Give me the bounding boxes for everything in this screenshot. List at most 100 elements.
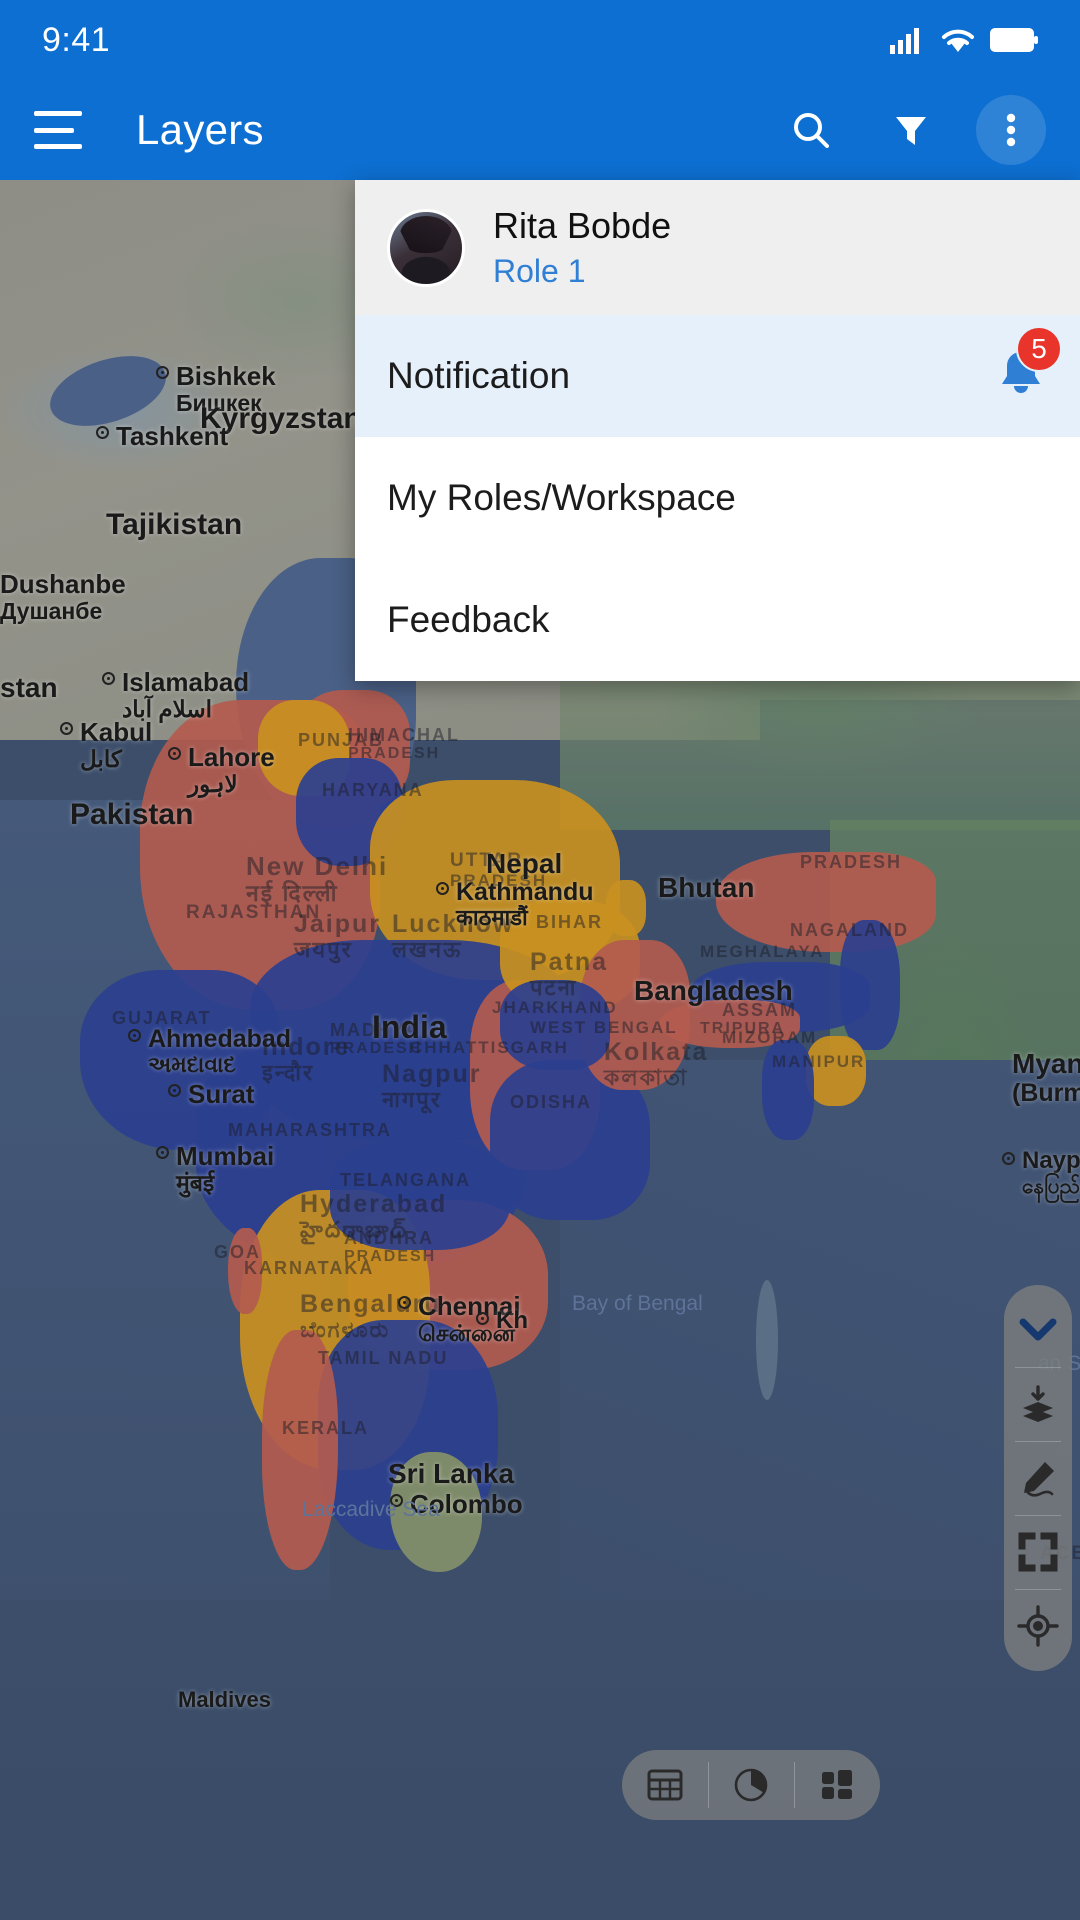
- hamburger-icon[interactable]: [34, 111, 82, 149]
- map-label-primary: TELANGANA: [340, 1170, 471, 1190]
- profile-role[interactable]: Role 1: [493, 253, 671, 290]
- map-label: HIMACHAL PRADESH: [348, 725, 460, 763]
- map-label: ASSAM: [722, 1000, 797, 1020]
- fullscreen-icon[interactable]: [1004, 1515, 1072, 1589]
- map-label: ANDHRA PRADESH: [344, 1228, 436, 1266]
- menu-item-my-roles-workspace[interactable]: My Roles/Workspace: [355, 437, 1080, 559]
- map-label: TAMIL NADU: [318, 1348, 448, 1368]
- map-label-primary: JHARKHAND: [492, 998, 618, 1017]
- map-label-primary: ANDHRA: [344, 1228, 434, 1248]
- map-label-secondary: اسلام آباد: [122, 696, 213, 723]
- notification-indicator[interactable]: 5: [994, 325, 1062, 407]
- map-label-primary: Naypyidaw: [1022, 1147, 1080, 1174]
- map-label-secondary: কলকাতা: [604, 1065, 689, 1090]
- map-label: KERALA: [282, 1418, 369, 1438]
- overflow-menu-icon[interactable]: [976, 95, 1046, 165]
- map-label-secondary: जयपुर: [294, 937, 353, 962]
- map-city-dot: [168, 1084, 181, 1097]
- table-view-icon[interactable]: [622, 1750, 708, 1820]
- status-bar: 9:41: [0, 0, 1080, 80]
- map-label: MAHARASHTRA: [228, 1120, 392, 1140]
- map-label-primary: Indore: [262, 1033, 351, 1061]
- map-city-dot: [156, 1146, 169, 1159]
- map-label-primary: Pakistan: [70, 798, 194, 831]
- map-label-secondary: मुंबई: [176, 1170, 215, 1197]
- map-label: Pakistan: [70, 798, 193, 832]
- map-label-primary: Bishkek: [176, 361, 276, 391]
- map-label-primary: Patna: [530, 948, 609, 976]
- map-label-primary: Dushanbe: [0, 569, 126, 599]
- map-label-primary: Nagpur: [382, 1060, 482, 1088]
- map-label-primary: MAHARASHTRA: [228, 1120, 392, 1140]
- map-label-primary: Mumbai: [176, 1141, 275, 1171]
- layers-download-icon[interactable]: [1004, 1367, 1072, 1441]
- map-label: MANIPUR: [772, 1052, 865, 1071]
- map-label-primary: Sri Lanka: [388, 1458, 515, 1489]
- map-label-primary: PRADESH: [800, 852, 903, 872]
- map-label-secondary: लखनऊ: [392, 937, 463, 962]
- map-label-secondary: (Burma): [1012, 1079, 1080, 1108]
- map-label: Maldives: [178, 1687, 271, 1713]
- map-label: TELANGANA: [340, 1170, 471, 1190]
- dashboard-tiles-icon[interactable]: [794, 1750, 880, 1820]
- search-icon[interactable]: [776, 95, 846, 165]
- pencil-draw-icon[interactable]: [1004, 1441, 1072, 1515]
- map-water-indian-ocean: [0, 1600, 1080, 1920]
- menu-item-label: My Roles/Workspace: [387, 477, 736, 518]
- map-label-primary: Hyderabad: [300, 1190, 448, 1218]
- map-label-secondary: PRADESH: [348, 745, 441, 763]
- map-city-dot: [168, 747, 181, 760]
- map-label: Nepal: [486, 848, 562, 879]
- map-label: Dushanbe Душанбе: [0, 569, 126, 625]
- map-label-primary: Laccadive Sea: [302, 1498, 440, 1521]
- map-label: Lahore لاہور: [188, 742, 275, 798]
- map-label: Bhutan: [658, 872, 754, 903]
- map-city-dot: [398, 1296, 411, 1309]
- map-label: Kolkata কলকাতা: [604, 1038, 708, 1091]
- locate-me-icon[interactable]: [1004, 1589, 1072, 1663]
- map-label-primary: ODISHA: [510, 1092, 593, 1112]
- map-label: Kh: [496, 1307, 528, 1335]
- map-label: New Delhi नई दिल्ली: [246, 851, 388, 907]
- map-label-primary: Tajikistan: [106, 508, 243, 541]
- map-city-dot: [60, 722, 73, 735]
- app-bar-actions: [776, 95, 1046, 165]
- profile-name: Rita Bobde: [493, 205, 672, 247]
- map-label: Bay of Bengal: [572, 1292, 703, 1316]
- map-view-switcher: [622, 1750, 880, 1820]
- map-label-secondary: နေပြည်တော်: [1022, 1174, 1080, 1198]
- map-label-primary: BIHAR: [536, 912, 603, 932]
- map-label-primary: ASSAM: [722, 1000, 798, 1020]
- map-label: Nagpur नागपूर: [382, 1060, 482, 1113]
- map-label: Patna पटना: [530, 948, 608, 1001]
- profile-header[interactable]: Rita Bobde Role 1: [355, 180, 1080, 315]
- map-label-primary: Kathmandu: [456, 878, 594, 906]
- map-label: stan: [0, 672, 58, 703]
- menu-item-feedback[interactable]: Feedback: [355, 559, 1080, 681]
- profile-dropdown-menu: Rita Bobde Role 1 Notification 5 My Role…: [355, 180, 1080, 681]
- map-label-primary: KERALA: [282, 1418, 369, 1438]
- map-label: Jaipur जयपुर: [294, 910, 381, 963]
- map-label-primary: Maldives: [178, 1687, 271, 1712]
- map-label-primary: Nepal: [486, 848, 563, 879]
- map-label: Sri Lanka: [388, 1458, 514, 1489]
- menu-item-notification[interactable]: Notification 5: [355, 315, 1080, 437]
- menu-item-label: Notification: [387, 355, 571, 396]
- notification-badge: 5: [1016, 325, 1062, 372]
- map-label-primary: NAGALAND: [790, 920, 909, 940]
- map-label-primary: Kh: [496, 1307, 528, 1334]
- map-label: Islamabad اسلام آباد: [122, 667, 249, 723]
- chevron-down-icon[interactable]: [1004, 1293, 1072, 1367]
- wifi-icon: [942, 29, 974, 52]
- map-label-primary: Surat: [188, 1079, 255, 1109]
- filter-icon[interactable]: [876, 95, 946, 165]
- map-label-primary: MANIPUR: [772, 1052, 866, 1071]
- map-label: Indore इन्दौर: [262, 1033, 350, 1086]
- map-label-primary: TRIPURA: [700, 1020, 786, 1037]
- map-label-secondary: नागपूर: [382, 1087, 442, 1112]
- map-label: NAGALAND: [790, 920, 909, 940]
- map-label-secondary: PRADESH: [344, 1248, 437, 1266]
- pie-chart-icon[interactable]: [708, 1750, 794, 1820]
- map-state-fill-sikkim[interactable]: [606, 880, 646, 936]
- map-label: Surat: [188, 1079, 255, 1109]
